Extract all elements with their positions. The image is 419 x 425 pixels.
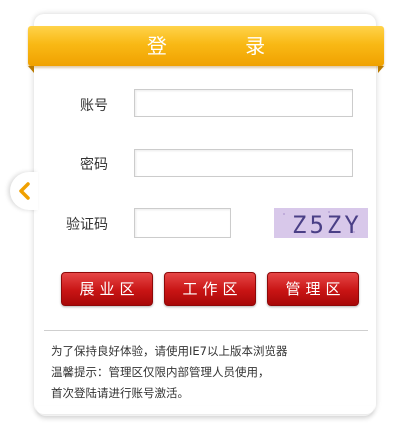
divider: [44, 330, 368, 331]
password-label: 密码: [80, 157, 108, 173]
captcha-label: 验证码: [66, 217, 108, 233]
account-input[interactable]: [134, 89, 353, 117]
browser-note: 为了保持良好体验，请使用IE7以上版本浏览器: [51, 344, 288, 358]
exhibition-zone-button[interactable]: 展业区: [61, 272, 153, 306]
password-input[interactable]: [134, 149, 353, 177]
page-title: 登 录: [146, 34, 302, 58]
activation-note: 首次登陆请进行账号激活。: [51, 386, 189, 400]
account-label: 账号: [80, 98, 108, 114]
captcha-text: Z5ZY: [292, 211, 362, 238]
admin-zone-button[interactable]: 管理区: [267, 272, 359, 306]
work-zone-button[interactable]: 工作区: [164, 272, 256, 306]
title-bar: 登 录: [28, 26, 384, 73]
card-shadow: [36, 406, 374, 416]
chevron-left-icon: [19, 182, 30, 200]
captcha-image[interactable]: Z5ZY: [274, 208, 368, 238]
collapse-tab[interactable]: [10, 172, 38, 210]
captcha-input[interactable]: [134, 208, 231, 238]
admin-note: 温馨提示：管理区仅限内部管理人员使用，: [51, 365, 270, 379]
